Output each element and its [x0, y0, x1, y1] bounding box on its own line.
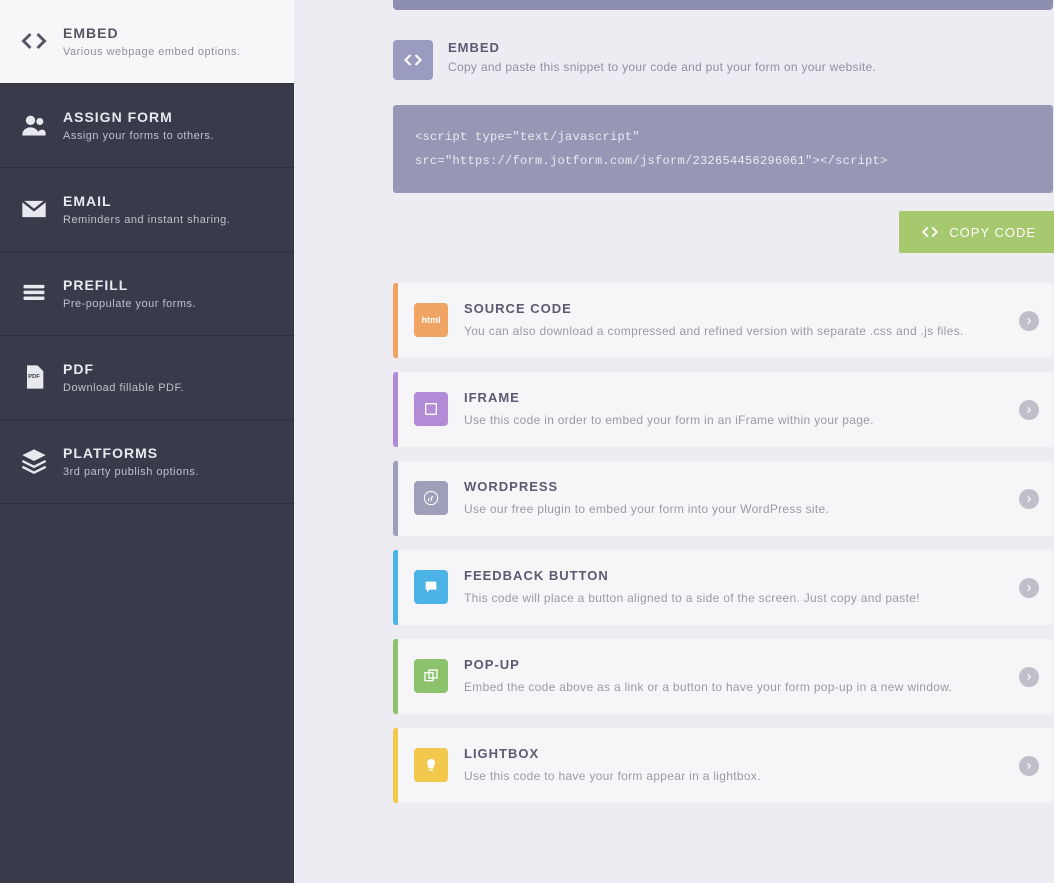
- option-pop-up[interactable]: POP-UP Embed the code above as a link or…: [393, 639, 1053, 714]
- code-icon: [393, 40, 433, 80]
- pdf-icon: PDF: [20, 363, 48, 391]
- option-source-code[interactable]: html SOURCE CODE You can also download a…: [393, 283, 1053, 358]
- sidebar-item-label: PREFILL: [63, 277, 196, 293]
- sidebar-item-sub: Pre-populate your forms.: [63, 298, 196, 310]
- sidebar-item-label: PLATFORMS: [63, 445, 199, 461]
- top-strip: [393, 0, 1053, 10]
- sidebar-item-assign-form[interactable]: ASSIGN FORM Assign your forms to others.: [0, 84, 294, 168]
- sidebar-item-sub: Various webpage embed options.: [63, 46, 240, 58]
- option-subtitle: Use this code in order to embed your for…: [464, 411, 1003, 429]
- sidebar-item-label: ASSIGN FORM: [63, 109, 214, 125]
- html-icon: html: [414, 303, 448, 337]
- svg-text:PDF: PDF: [28, 374, 40, 380]
- sidebar-item-pdf[interactable]: PDF PDF Download fillable PDF.: [0, 336, 294, 420]
- stack-icon: [20, 279, 48, 307]
- option-title: IFRAME: [464, 390, 1003, 405]
- layers-icon: [20, 447, 48, 475]
- users-icon: [20, 111, 48, 139]
- option-wordpress[interactable]: WORDPRESS Use our free plugin to embed y…: [393, 461, 1053, 536]
- option-subtitle: This code will place a button aligned to…: [464, 589, 1003, 607]
- copy-code-label: COPY CODE: [949, 225, 1036, 240]
- frame-icon: [414, 392, 448, 426]
- option-subtitle: You can also download a compressed and r…: [464, 322, 1003, 340]
- option-stripe: [393, 728, 398, 803]
- sidebar-item-embed[interactable]: EMBED Various webpage embed options.: [0, 0, 294, 84]
- option-stripe: [393, 372, 398, 447]
- chevron-right-icon: [1019, 667, 1039, 687]
- chevron-right-icon: [1019, 578, 1039, 598]
- sidebar-item-sub: 3rd party publish options.: [63, 466, 199, 478]
- embed-code-box[interactable]: <script type="text/javascript" src="http…: [393, 105, 1053, 193]
- option-stripe: [393, 283, 398, 358]
- wordpress-icon: [414, 481, 448, 515]
- option-stripe: [393, 639, 398, 714]
- option-title: LIGHTBOX: [464, 746, 1003, 761]
- option-title: POP-UP: [464, 657, 1003, 672]
- sidebar-item-label: PDF: [63, 361, 184, 377]
- sidebar-item-email[interactable]: EMAIL Reminders and instant sharing.: [0, 168, 294, 252]
- embed-header: EMBED Copy and paste this snippet to you…: [393, 40, 1053, 80]
- popup-icon: [414, 659, 448, 693]
- chat-icon: [414, 570, 448, 604]
- option-lightbox[interactable]: LIGHTBOX Use this code to have your form…: [393, 728, 1053, 803]
- chevron-right-icon: [1019, 489, 1039, 509]
- sidebar-item-label: EMBED: [63, 25, 240, 41]
- option-title: SOURCE CODE: [464, 301, 1003, 316]
- sidebar: EMBED Various webpage embed options. ASS…: [0, 0, 294, 883]
- chevron-right-icon: [1019, 756, 1039, 776]
- sidebar-item-sub: Download fillable PDF.: [63, 382, 184, 394]
- chevron-right-icon: [1019, 400, 1039, 420]
- sidebar-item-sub: Assign your forms to others.: [63, 130, 214, 142]
- code-icon: [921, 223, 939, 241]
- sidebar-item-label: EMAIL: [63, 193, 230, 209]
- option-iframe[interactable]: IFRAME Use this code in order to embed y…: [393, 372, 1053, 447]
- sidebar-item-prefill[interactable]: PREFILL Pre-populate your forms.: [0, 252, 294, 336]
- main-panel: EMBED Copy and paste this snippet to you…: [294, 0, 1054, 883]
- embed-title: EMBED: [448, 40, 876, 55]
- option-title: WORDPRESS: [464, 479, 1003, 494]
- option-subtitle: Use our free plugin to embed your form i…: [464, 500, 1003, 518]
- option-subtitle: Use this code to have your form appear i…: [464, 767, 1003, 785]
- option-subtitle: Embed the code above as a link or a butt…: [464, 678, 1003, 696]
- chevron-right-icon: [1019, 311, 1039, 331]
- option-feedback-button[interactable]: FEEDBACK BUTTON This code will place a b…: [393, 550, 1053, 625]
- sidebar-filler: [0, 504, 294, 883]
- option-stripe: [393, 550, 398, 625]
- bulb-icon: [414, 748, 448, 782]
- embed-subtitle: Copy and paste this snippet to your code…: [448, 60, 876, 74]
- code-icon: [20, 27, 48, 55]
- option-stripe: [393, 461, 398, 536]
- copy-code-button[interactable]: COPY CODE: [899, 211, 1054, 253]
- sidebar-item-sub: Reminders and instant sharing.: [63, 214, 230, 226]
- sidebar-item-platforms[interactable]: PLATFORMS 3rd party publish options.: [0, 420, 294, 504]
- envelope-icon: [20, 195, 48, 223]
- option-title: FEEDBACK BUTTON: [464, 568, 1003, 583]
